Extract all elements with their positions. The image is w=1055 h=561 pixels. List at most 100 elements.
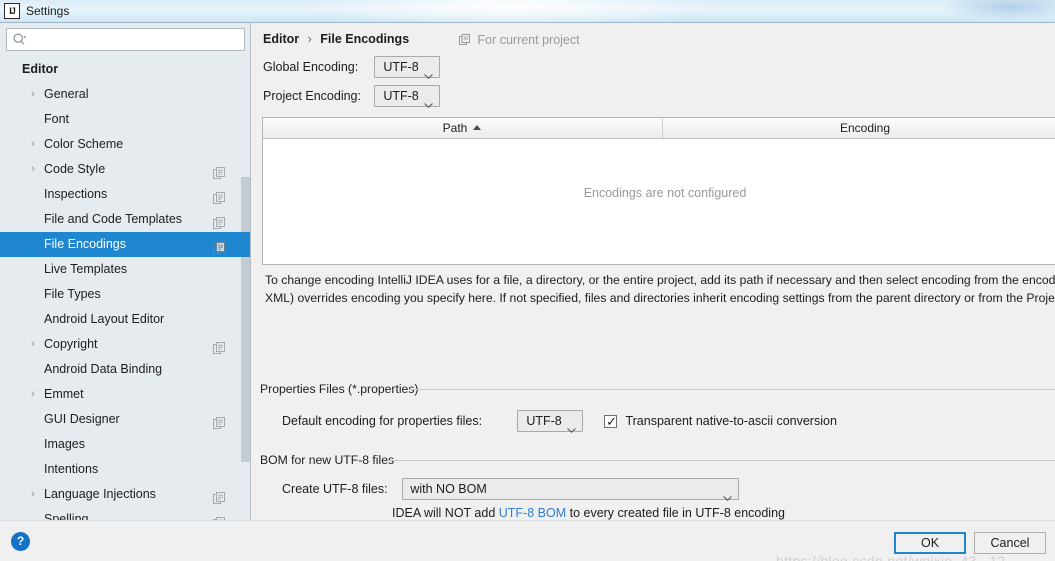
sidebar-item-label: Code Style (44, 162, 106, 176)
sidebar-item-label: Language Injections (44, 487, 156, 501)
column-header-path[interactable]: Path (263, 118, 661, 138)
project-encoding-value: UTF-8 (383, 89, 419, 103)
sidebar-item-file-encodings[interactable]: File Encodings (0, 232, 250, 257)
sidebar-item-label: Android Layout Editor (44, 312, 165, 326)
table-header-row: Path Encoding (263, 118, 1055, 139)
sidebar-item-android-layout-editor[interactable]: Android Layout Editor (0, 307, 250, 332)
cancel-button[interactable]: Cancel (974, 532, 1046, 554)
sidebar-item-label: Copyright (44, 337, 98, 351)
sidebar-item-intentions[interactable]: Intentions (0, 457, 250, 482)
sidebar-item-gui-designer[interactable]: GUI Designer (0, 407, 250, 432)
chevron-right-icon[interactable]: › (27, 132, 39, 157)
chevron-down-icon (566, 419, 576, 433)
bom-hint: IDEA will NOT add UTF-8 BOM to every cre… (392, 506, 785, 520)
create-utf8-combo[interactable]: with NO BOM (402, 478, 740, 501)
chevron-down-icon (423, 65, 433, 79)
intellij-idea-icon: IJ (4, 3, 20, 19)
breadcrumb: Editor › File Encodings (263, 32, 409, 46)
search-input[interactable] (6, 28, 245, 51)
properties-encoding-combo[interactable]: UTF-8 (517, 410, 583, 433)
bom-hint-before: IDEA will NOT add (392, 506, 499, 520)
transparent-conversion-label: Transparent native-to-ascii conversion (625, 414, 837, 429)
sidebar-item-general[interactable]: › General (0, 82, 250, 107)
transparent-conversion-checkbox[interactable]: ✓ (604, 413, 618, 429)
project-encoding-combo[interactable]: UTF-8 (374, 85, 440, 108)
breadcrumb-separator-icon: › (307, 32, 312, 46)
sidebar-item-spelling[interactable]: Spelling (0, 507, 250, 520)
copy-settings-icon[interactable] (213, 188, 225, 204)
properties-group-divider (410, 389, 1055, 390)
sidebar-item-label: GUI Designer (44, 412, 120, 426)
sidebar-item-live-templates[interactable]: Live Templates (0, 257, 250, 282)
help-button[interactable]: ? (11, 532, 30, 551)
dialog-body: Editor › General Font › Color Scheme › Code Sty… (0, 22, 1055, 561)
copy-settings-icon[interactable] (213, 488, 225, 504)
project-scope-icon (459, 34, 470, 48)
encodings-table: Path Encoding Encodings are not configur… (262, 117, 1055, 265)
sidebar-item-android-data-binding[interactable]: Android Data Binding (0, 357, 250, 382)
sidebar-item-label: Color Scheme (44, 137, 124, 151)
copy-settings-icon[interactable] (213, 413, 225, 429)
column-header-encoding[interactable]: Encoding (662, 118, 1055, 138)
create-utf8-row: Create UTF-8 files: with NO BOM (282, 478, 740, 501)
chevron-right-icon[interactable]: › (27, 82, 39, 107)
ok-button[interactable]: OK (894, 532, 966, 554)
global-encoding-combo[interactable]: UTF-8 (374, 56, 440, 79)
sidebar-item-label: Editor (22, 62, 59, 76)
global-encoding-value: UTF-8 (383, 60, 419, 74)
search-field-wrap[interactable] (6, 28, 245, 51)
sidebar-item-label: General (44, 87, 89, 101)
sidebar-item-label: File Encodings (44, 237, 126, 251)
settings-content-pane: Editor › File Encodings For current proj… (251, 23, 1055, 520)
titlebar-glow-right (940, 0, 1055, 20)
sidebar-item-copyright[interactable]: › Copyright (0, 332, 250, 357)
chevron-right-icon[interactable]: › (27, 332, 39, 357)
properties-encoding-value: UTF-8 (526, 414, 562, 428)
dialog-footer: ? OK Cancel (0, 520, 1055, 561)
sidebar-item-code-style[interactable]: › Code Style (0, 157, 250, 182)
sidebar-item-label: Spelling (44, 512, 89, 520)
settings-sidebar: Editor › General Font › Color Scheme › Code Sty… (0, 23, 251, 520)
transparent-conversion-checkbox-wrap[interactable]: ✓ Transparent native-to-ascii conversion (604, 414, 837, 429)
sort-ascending-icon (473, 125, 482, 130)
bom-hint-after: to every created file in UTF-8 encoding (566, 506, 785, 520)
copy-settings-icon[interactable] (213, 213, 225, 229)
utf8-bom-link[interactable]: UTF-8 BOM (499, 506, 566, 520)
table-empty-message: Encodings are not configured (583, 186, 747, 200)
sidebar-item-font[interactable]: Font (0, 107, 250, 132)
chevron-right-icon[interactable]: › (27, 482, 39, 507)
search-icon (13, 33, 27, 46)
settings-tree: Editor › General Font › Color Scheme › Code Sty… (0, 57, 250, 520)
properties-encoding-row: Default encoding for properties files: U… (282, 410, 837, 433)
copy-settings-icon[interactable] (213, 238, 225, 254)
sidebar-item-emmet[interactable]: › Emmet (0, 382, 250, 407)
copy-settings-icon[interactable] (213, 338, 225, 354)
checkmark-icon: ✓ (606, 413, 618, 429)
sidebar-item-label: File and Code Templates (44, 212, 183, 226)
column-header-path-label: Path (442, 121, 468, 135)
sidebar-item-inspections[interactable]: Inspections (0, 182, 250, 207)
sidebar-item-file-and-code-templates[interactable]: File and Code Templates (0, 207, 250, 232)
global-encoding-row: Global Encoding: UTF-8 (263, 56, 440, 79)
chevron-down-icon (423, 94, 433, 108)
properties-encoding-label: Default encoding for properties files: (282, 414, 483, 428)
chevron-right-icon[interactable]: › (27, 382, 39, 407)
project-encoding-row: Project Encoding: UTF-8 (263, 85, 440, 108)
global-encoding-label: Global Encoding: (263, 60, 359, 74)
sidebar-item-editor[interactable]: Editor (0, 57, 250, 82)
chevron-right-icon[interactable]: › (27, 157, 39, 182)
sidebar-item-images[interactable]: Images (0, 432, 250, 457)
breadcrumb-current: File Encodings (320, 32, 410, 46)
sidebar-item-color-scheme[interactable]: › Color Scheme (0, 132, 250, 157)
sidebar-item-label: Intentions (44, 462, 99, 476)
sidebar-item-label: Images (44, 437, 85, 451)
sidebar-item-language-injections[interactable]: › Language Injections (0, 482, 250, 507)
project-encoding-label: Project Encoding: (263, 89, 361, 103)
copy-settings-icon[interactable] (213, 163, 225, 179)
create-utf8-value: with NO BOM (410, 482, 487, 496)
copy-settings-icon[interactable] (213, 513, 225, 520)
settings-dialog: IJ Settings Editor › General Font › Colo… (0, 0, 1055, 561)
sidebar-item-file-types[interactable]: File Types (0, 282, 250, 307)
properties-group-title: Properties Files (*.properties) (260, 382, 425, 396)
breadcrumb-root[interactable]: Editor (263, 32, 299, 46)
